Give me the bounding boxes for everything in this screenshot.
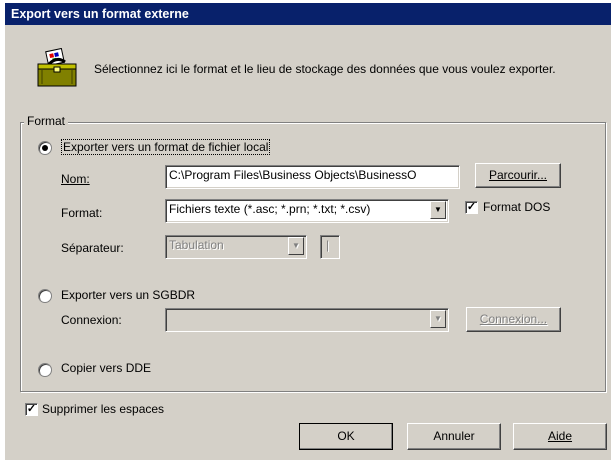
title-bar[interactable]: Export vers un format externe [5, 3, 611, 25]
local-file-radio-label[interactable]: Exporter vers un format de fichier local [61, 139, 271, 155]
nom-label: Nom: [61, 172, 90, 186]
dde-radio-label[interactable]: Copier vers DDE [61, 361, 151, 375]
format-label: Format: [61, 206, 103, 220]
briefcase-export-icon [35, 47, 79, 90]
sgbdr-radio-label[interactable]: Exporter vers un SGBDR [61, 288, 195, 302]
ok-button-label: OK [337, 429, 355, 443]
cancel-button-label: Annuler [433, 429, 475, 443]
separator-char-value: | [326, 238, 330, 252]
trim-spaces-label[interactable]: Supprimer les espaces [42, 402, 164, 416]
dos-checkbox-label[interactable]: Format DOS [483, 200, 550, 214]
checkmark-icon: ✓ [26, 403, 37, 415]
checkmark-icon: ✓ [466, 201, 477, 213]
nom-input-value: C:\Program Files\Business Objects\Busine… [169, 168, 417, 182]
nom-input[interactable]: C:\Program Files\Business Objects\Busine… [165, 165, 460, 189]
chevron-down-icon[interactable]: ▼ [288, 237, 304, 255]
cancel-button[interactable]: Annuler [407, 423, 501, 450]
format-select-value: Fichiers texte (*.asc; *.prn; *.txt; *.c… [169, 202, 371, 216]
trim-spaces-checkbox[interactable]: ✓ [25, 403, 38, 416]
connexion-button[interactable]: Connexion... [466, 307, 561, 332]
connexion-button-label: Connexion... [479, 312, 548, 326]
browse-button[interactable]: Parcourir... [475, 163, 561, 188]
separator-select-value: Tabulation [169, 238, 224, 252]
connexion-label: Connexion: [61, 313, 122, 327]
chevron-down-icon[interactable]: ▼ [430, 310, 446, 328]
separator-label: Séparateur: [61, 241, 124, 255]
intro-text: Sélectionnez ici le format et le lieu de… [94, 62, 556, 76]
dde-radio[interactable] [38, 363, 52, 377]
chevron-down-icon[interactable]: ▼ [430, 201, 446, 219]
ok-button[interactable]: OK [299, 423, 393, 450]
browse-button-label: Parcourir... [488, 168, 548, 182]
format-select[interactable]: Fichiers texte (*.asc; *.prn; *.txt; *.c… [165, 199, 449, 223]
dos-checkbox[interactable]: ✓ [465, 201, 478, 214]
help-button[interactable]: Aide [513, 423, 607, 450]
connexion-select[interactable]: ▼ [165, 308, 449, 332]
export-dialog: Export vers un format externe Sélectionn… [5, 3, 611, 460]
separator-char-input[interactable]: | [320, 235, 340, 259]
window-title: Export vers un format externe [11, 7, 189, 21]
separator-select[interactable]: Tabulation ▼ [165, 235, 307, 259]
help-button-label: Aide [547, 429, 573, 443]
format-group-label: Format [24, 114, 69, 128]
sgbdr-radio[interactable] [38, 289, 52, 303]
local-file-radio[interactable] [38, 141, 52, 155]
radio-selected-dot [42, 145, 48, 151]
